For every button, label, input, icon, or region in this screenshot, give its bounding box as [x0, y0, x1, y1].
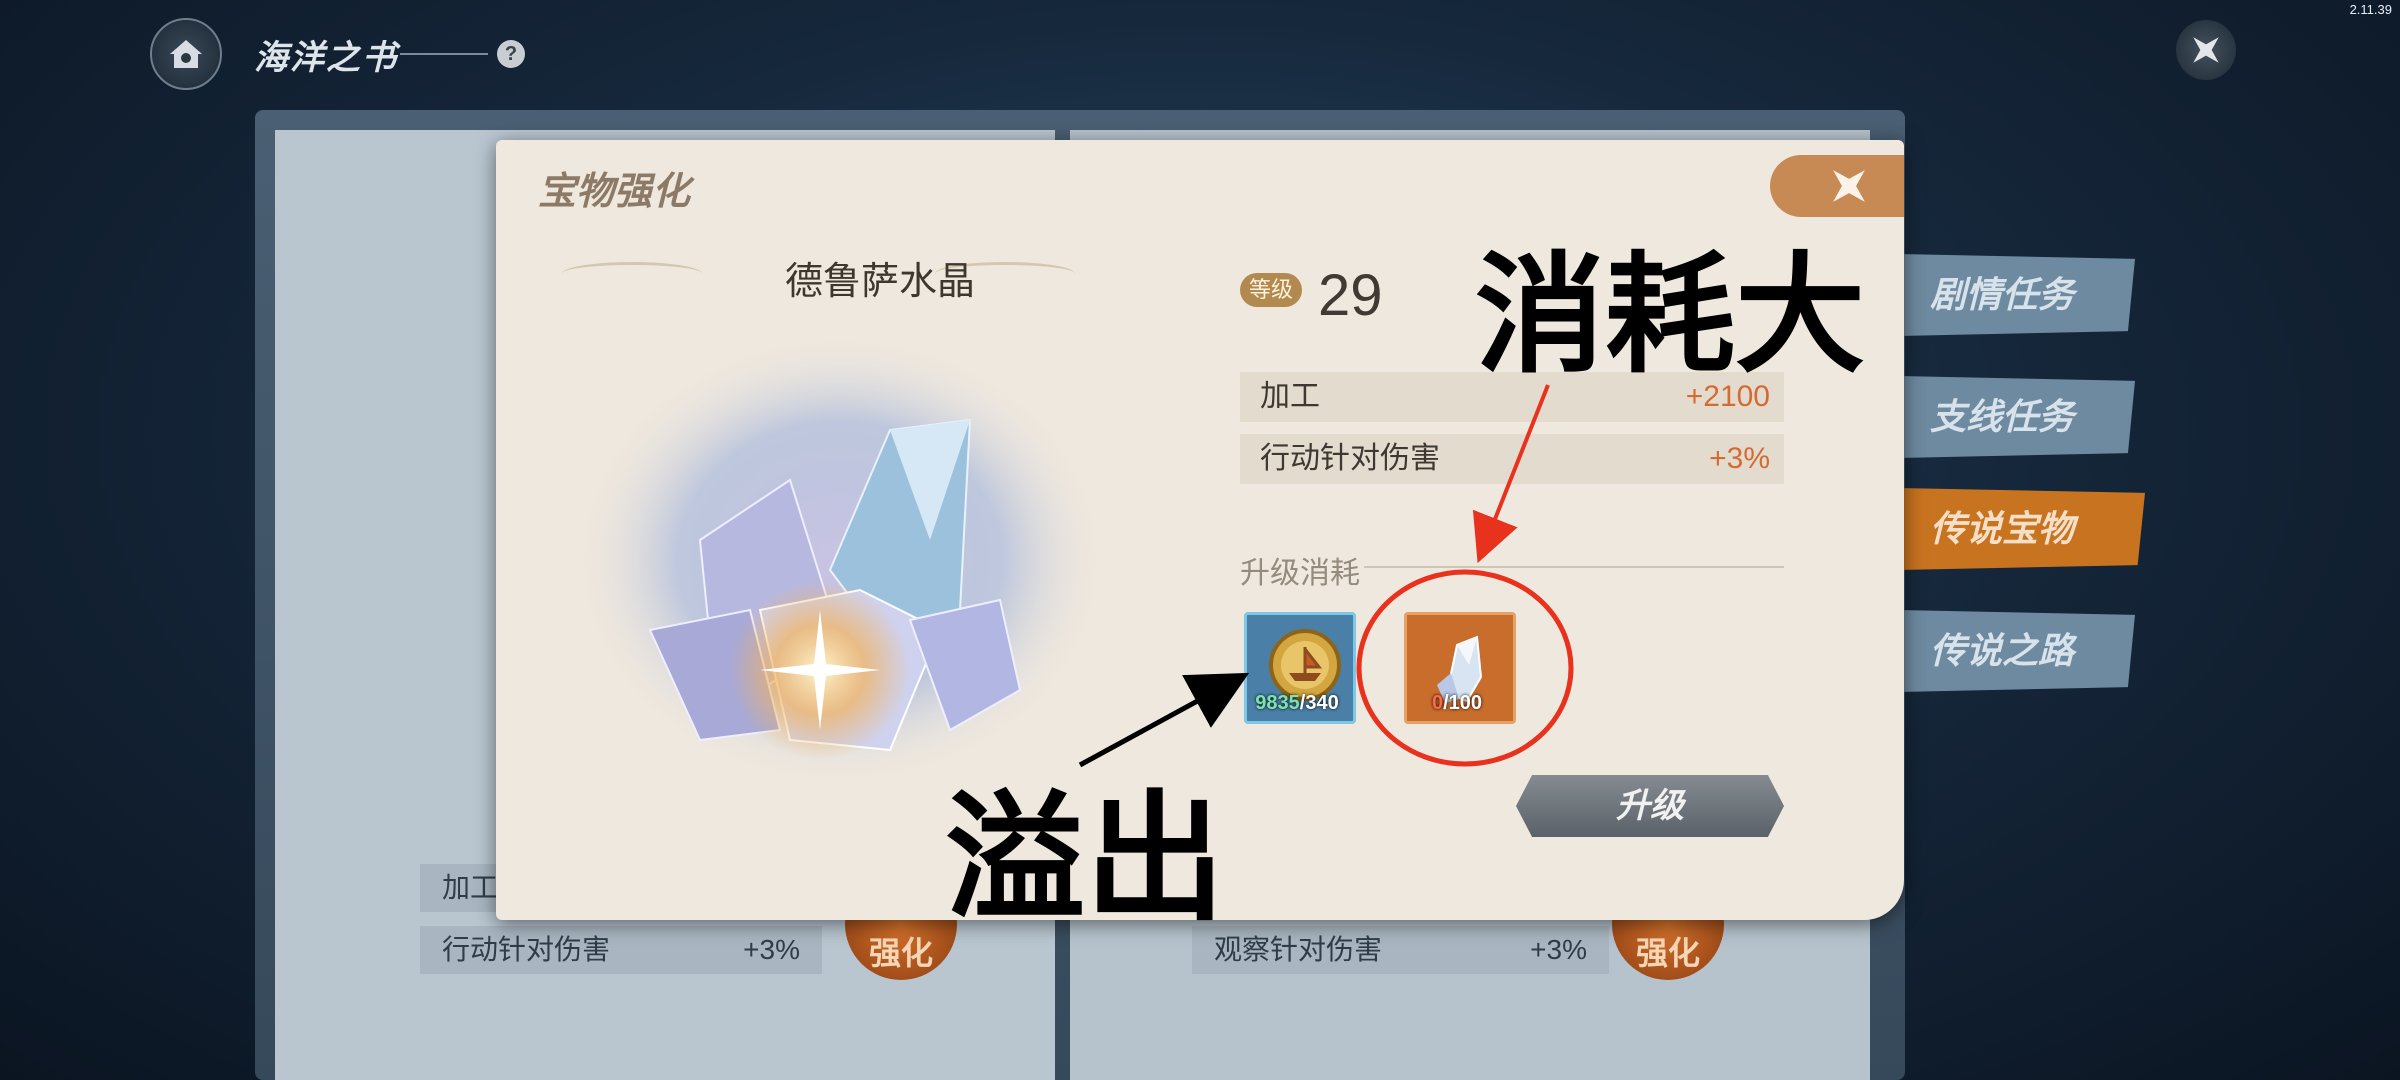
bg-left-stat-row-2: 行动针对伤害 +3% [420, 926, 822, 974]
crystal-illustration [570, 330, 1110, 790]
coin-cost-count: 9835/340 [1244, 692, 1350, 715]
stat-label: 行动针对伤害 [1260, 442, 1440, 475]
stat-row: 行动针对伤害 +3% [1240, 434, 1784, 484]
exit-button[interactable] [2176, 20, 2236, 80]
help-button[interactable]: ? [497, 40, 525, 68]
home-icon [170, 40, 202, 68]
bg-right-stat-label-2: 观察针对伤害 [1214, 934, 1383, 965]
bg-left-stat-label-1: 加工 [442, 872, 499, 903]
upgrade-button[interactable]: 升级 [1516, 775, 1784, 837]
item-name: 德鲁萨水晶 [784, 261, 975, 303]
stat-value: +3% [1709, 442, 1770, 475]
dialog-title: 宝物强化 [538, 168, 691, 213]
bg-right-stat-value-2: +3% [1530, 934, 1587, 965]
annotation-overflow: 溢出 [945, 778, 1226, 941]
tab-side-quest[interactable]: 支线任务 [1900, 376, 2135, 458]
crystal-owned: 0 [1431, 692, 1444, 714]
level-value: 29 [1318, 263, 1383, 328]
level-badge: 等级 [1240, 273, 1302, 307]
title-divider [400, 53, 488, 55]
stat-label: 加工 [1260, 380, 1320, 413]
close-icon [1833, 170, 1865, 202]
dialog-close-button[interactable] [1770, 155, 1904, 217]
crystal-cost-count: 0/100 [1404, 692, 1510, 715]
ornament-left [562, 262, 702, 285]
home-button[interactable] [150, 18, 222, 90]
tab-legendary-treasure[interactable]: 传说宝物 [1900, 488, 2145, 570]
tab-story-quest[interactable]: 剧情任务 [1900, 254, 2135, 336]
bg-left-stat-value-2: +3% [743, 934, 800, 965]
cost-divider [1364, 566, 1784, 568]
coin-owned: 9835 [1255, 692, 1300, 714]
shuriken-close-icon [2193, 37, 2219, 63]
version-label: 2.11.39 [2349, 2, 2392, 17]
coin-required: /340 [1299, 692, 1339, 714]
crystal-required: /100 [1443, 692, 1483, 714]
bg-right-stat-row-2: 观察针对伤害 +3% [1192, 926, 1609, 974]
annotation-high-cost: 消耗大 [1475, 239, 1866, 391]
page-title: 海洋之书 [254, 38, 398, 78]
tab-legendary-road[interactable]: 传说之路 [1900, 610, 2135, 692]
bg-left-stat-label-2: 行动针对伤害 [442, 934, 611, 965]
upgrade-cost-label: 升级消耗 [1240, 557, 1360, 590]
